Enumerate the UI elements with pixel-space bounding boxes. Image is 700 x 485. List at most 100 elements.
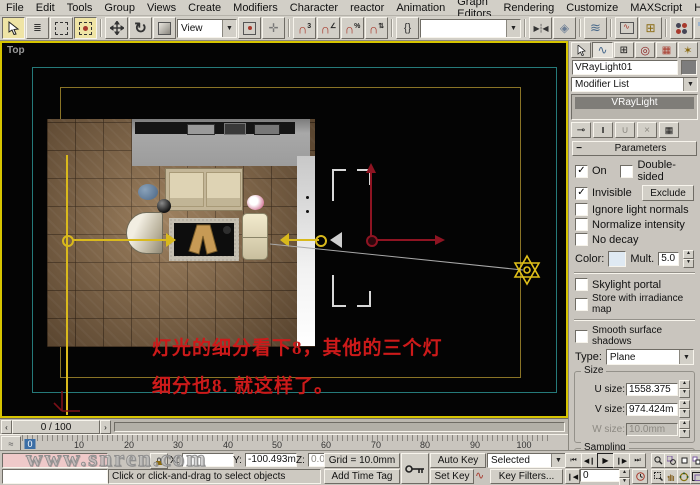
window-crossing-icon[interactable] bbox=[74, 17, 97, 39]
tab-create[interactable] bbox=[571, 42, 591, 58]
zoom-all-button[interactable] bbox=[664, 453, 678, 468]
object-name-field[interactable]: VRayLight01 bbox=[572, 60, 678, 75]
menu-reactor[interactable]: reactor bbox=[344, 2, 390, 14]
top-viewport[interactable]: Top bbox=[0, 41, 568, 418]
zoom-extents-button[interactable] bbox=[677, 453, 691, 468]
current-frame-field[interactable]: 0 bbox=[580, 469, 622, 482]
object-color-swatch[interactable] bbox=[681, 60, 697, 75]
mirror-icon[interactable]: ▶┆◀ bbox=[529, 17, 552, 39]
tab-modify[interactable]: ∿ bbox=[592, 42, 612, 58]
smooth-shadows-checkbox[interactable] bbox=[575, 330, 588, 343]
menu-animation[interactable]: Animation bbox=[390, 2, 451, 14]
menu-group[interactable]: Group bbox=[98, 2, 141, 14]
maxscript-listener-pink[interactable] bbox=[2, 453, 108, 468]
no-decay-checkbox[interactable] bbox=[575, 233, 588, 246]
time-slider-next-button[interactable]: › bbox=[100, 420, 111, 434]
layer-manager-icon[interactable]: ≋ bbox=[584, 17, 607, 39]
double-sided-checkbox[interactable] bbox=[620, 165, 633, 178]
time-configuration-button[interactable] bbox=[632, 469, 648, 484]
track-bar[interactable]: ≈ 0 10 20 30 40 50 60 70 80 90 100 bbox=[0, 434, 568, 451]
min-max-toggle-button[interactable] bbox=[690, 469, 700, 484]
invisible-checkbox[interactable]: ✓ bbox=[575, 187, 588, 200]
mult-spinner[interactable]: ▲▼ bbox=[683, 250, 694, 268]
time-slider-prev-button[interactable]: ‹ bbox=[1, 420, 12, 434]
tab-hierarchy[interactable]: ⊞ bbox=[614, 42, 634, 58]
zoom-extents-all-button[interactable] bbox=[690, 453, 700, 468]
snap-toggle-icon[interactable]: ∩3 bbox=[293, 17, 316, 39]
tab-utilities[interactable]: ✶ bbox=[678, 42, 698, 58]
dropdown-arrow-icon[interactable]: ▼ bbox=[506, 20, 520, 37]
frame-spinner[interactable]: ▲▼ bbox=[619, 469, 630, 485]
tab-motion[interactable]: ◎ bbox=[635, 42, 655, 58]
ignore-normals-checkbox[interactable] bbox=[575, 203, 588, 216]
y-coordinate-field[interactable]: -100.493m bbox=[245, 453, 297, 467]
play-button[interactable]: ▶ bbox=[597, 453, 614, 468]
menu-create[interactable]: Create bbox=[182, 2, 227, 14]
menu-maxscript[interactable]: MAXScript bbox=[624, 2, 688, 14]
mini-curve-editor-button[interactable]: ≈ bbox=[1, 436, 21, 451]
material-editor-icon[interactable] bbox=[670, 17, 693, 39]
menu-rendering[interactable]: Rendering bbox=[497, 2, 560, 14]
tab-display[interactable]: ▦ bbox=[656, 42, 676, 58]
add-time-tag-button[interactable]: Add Time Tag bbox=[324, 469, 400, 484]
auto-key-button[interactable]: Auto Key bbox=[430, 453, 486, 468]
select-object-icon[interactable] bbox=[2, 17, 25, 39]
go-to-end-button[interactable]: ⏭ bbox=[629, 453, 646, 468]
menu-customize[interactable]: Customize bbox=[560, 2, 624, 14]
mult-field[interactable]: 5.0 bbox=[658, 252, 679, 266]
named-selection-sets-icon[interactable]: {} bbox=[396, 17, 419, 39]
dropdown-arrow-icon[interactable]: ▼ bbox=[683, 78, 697, 91]
maxscript-listener-white[interactable] bbox=[2, 469, 108, 484]
dropdown-arrow-icon[interactable]: ▼ bbox=[551, 454, 565, 467]
selection-lock-toggle[interactable] bbox=[150, 453, 168, 469]
pan-button[interactable] bbox=[664, 469, 678, 484]
on-checkbox[interactable]: ✓ bbox=[575, 165, 588, 178]
v-size-spinner[interactable]: ▲▼ bbox=[679, 400, 690, 418]
set-key-button[interactable]: Set Key bbox=[430, 469, 474, 484]
zoom-button[interactable] bbox=[651, 453, 665, 468]
u-size-field[interactable]: 1558.375 bbox=[626, 383, 678, 396]
schematic-view-icon[interactable]: ⊞ bbox=[639, 17, 662, 39]
use-pivot-center-icon[interactable] bbox=[238, 17, 261, 39]
key-filters-button[interactable]: Key Filters... bbox=[490, 469, 563, 484]
select-move-icon[interactable] bbox=[105, 17, 128, 39]
v-size-field[interactable]: 974.424m bbox=[626, 403, 678, 416]
pin-stack-button[interactable]: ⊸ bbox=[571, 122, 591, 138]
modifier-stack-item[interactable]: VRayLight bbox=[575, 97, 694, 109]
dropdown-arrow-icon[interactable]: ▼ bbox=[679, 350, 693, 364]
zoom-region-button[interactable] bbox=[651, 469, 665, 484]
selection-region-icon[interactable] bbox=[50, 17, 73, 39]
modifier-list-dropdown[interactable]: Modifier List▼ bbox=[571, 77, 698, 92]
time-slider-handle[interactable]: 0 / 100 bbox=[12, 420, 100, 434]
key-filter-mode-dropdown[interactable]: Selected▼ bbox=[487, 453, 566, 468]
curve-editor-icon[interactable]: ∿ bbox=[615, 17, 638, 39]
light-color-swatch[interactable] bbox=[608, 251, 626, 267]
spinner-snap-icon[interactable]: ∩⇅ bbox=[365, 17, 388, 39]
render-setup-icon[interactable] bbox=[694, 17, 700, 39]
time-slider-track[interactable] bbox=[114, 422, 565, 432]
named-selection-dropdown[interactable]: ▼ bbox=[420, 19, 521, 38]
arc-rotate-button[interactable] bbox=[677, 469, 691, 484]
make-unique-button[interactable]: ∪ bbox=[615, 122, 635, 138]
dropdown-arrow-icon[interactable]: ▼ bbox=[222, 20, 236, 37]
select-manipulate-icon[interactable]: ✛ bbox=[262, 17, 285, 39]
align-icon[interactable]: ◈ bbox=[553, 17, 576, 39]
next-frame-button[interactable]: ❙▶ bbox=[613, 453, 630, 468]
show-end-result-button[interactable]: ‖ bbox=[593, 122, 613, 138]
go-to-start-button[interactable]: ⏮ bbox=[565, 453, 582, 468]
frame-indicator[interactable]: 0 bbox=[24, 439, 35, 449]
normalize-intensity-checkbox[interactable] bbox=[575, 218, 588, 231]
type-dropdown[interactable]: Plane▼ bbox=[606, 349, 694, 365]
select-by-name-icon[interactable]: ≣ bbox=[26, 17, 49, 39]
menu-edit[interactable]: Edit bbox=[30, 2, 61, 14]
menu-views[interactable]: Views bbox=[141, 2, 182, 14]
remove-modifier-button[interactable]: × bbox=[637, 122, 657, 138]
menu-tools[interactable]: Tools bbox=[61, 2, 99, 14]
configure-modifier-sets-button[interactable]: ▦ bbox=[659, 122, 679, 138]
menu-modifiers[interactable]: Modifiers bbox=[227, 2, 284, 14]
time-slider[interactable]: ‹ 0 / 100 › bbox=[0, 418, 568, 435]
new-key-curve-icon[interactable]: ∿ bbox=[475, 469, 484, 482]
previous-frame-button[interactable]: ◀❙ bbox=[581, 453, 598, 468]
key-mode-toggle-button[interactable]: ❙◀ bbox=[565, 469, 580, 484]
menu-file[interactable]: File bbox=[0, 2, 30, 14]
